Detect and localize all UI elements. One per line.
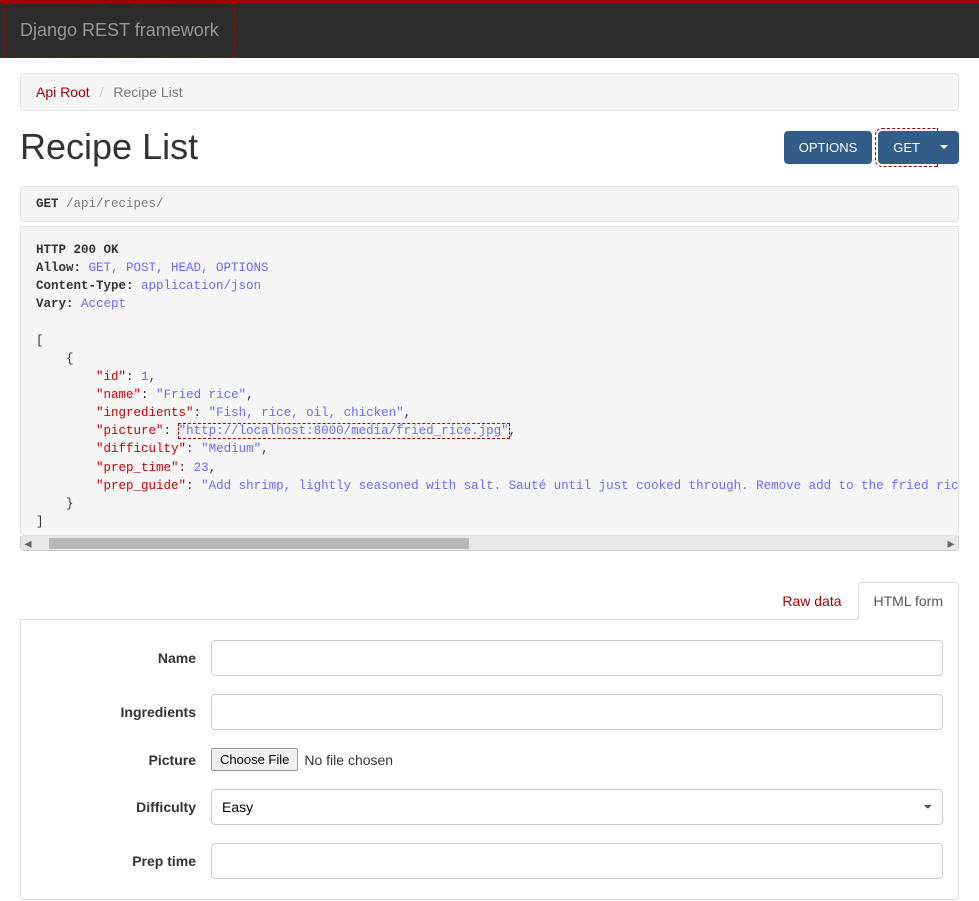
horizontal-scrollbar[interactable]: ◂ ▸ [20, 536, 959, 551]
difficulty-label: Difficulty [36, 799, 211, 815]
tab-raw-data[interactable]: Raw data [766, 582, 857, 620]
get-button[interactable]: GET [878, 131, 935, 164]
prep-time-label: Prep time [36, 853, 211, 869]
chevron-down-icon [940, 145, 948, 149]
options-button[interactable]: OPTIONS [784, 131, 873, 164]
picture-label: Picture [36, 752, 211, 768]
scroll-thumb[interactable] [49, 538, 469, 549]
page-title: Recipe List [20, 126, 198, 168]
form-tabs: Raw data HTML form [20, 581, 959, 620]
scroll-left-arrow-icon: ◂ [21, 537, 35, 550]
action-buttons: OPTIONS GET [784, 131, 959, 164]
name-input[interactable] [211, 640, 943, 676]
breadcrumb-separator: / [94, 84, 110, 100]
breadcrumb-api-root-link[interactable]: Api Root [36, 84, 90, 100]
get-dropdown-toggle[interactable] [929, 131, 959, 164]
choose-file-button[interactable]: Choose File [211, 748, 298, 771]
name-label: Name [36, 650, 211, 666]
navbar-brand-link[interactable]: Django REST framework [5, 4, 234, 57]
ingredients-input[interactable] [211, 694, 943, 730]
scroll-right-arrow-icon: ▸ [944, 537, 958, 550]
breadcrumb-current: Recipe List [113, 84, 182, 100]
html-form-panel: Name Ingredients Picture Choose File No … [20, 620, 959, 900]
request-line: GET /api/recipes/ [20, 186, 959, 222]
tab-html-form[interactable]: HTML form [858, 582, 959, 620]
prep-time-input[interactable] [211, 843, 943, 879]
response-body: HTTP 200 OK Allow: GET, POST, HEAD, OPTI… [20, 226, 959, 536]
breadcrumb: Api Root / Recipe List [20, 73, 959, 111]
file-chosen-text: No file chosen [304, 752, 393, 768]
difficulty-select[interactable]: Easy [211, 789, 943, 825]
ingredients-label: Ingredients [36, 704, 211, 720]
navbar: Django REST framework [0, 0, 979, 58]
